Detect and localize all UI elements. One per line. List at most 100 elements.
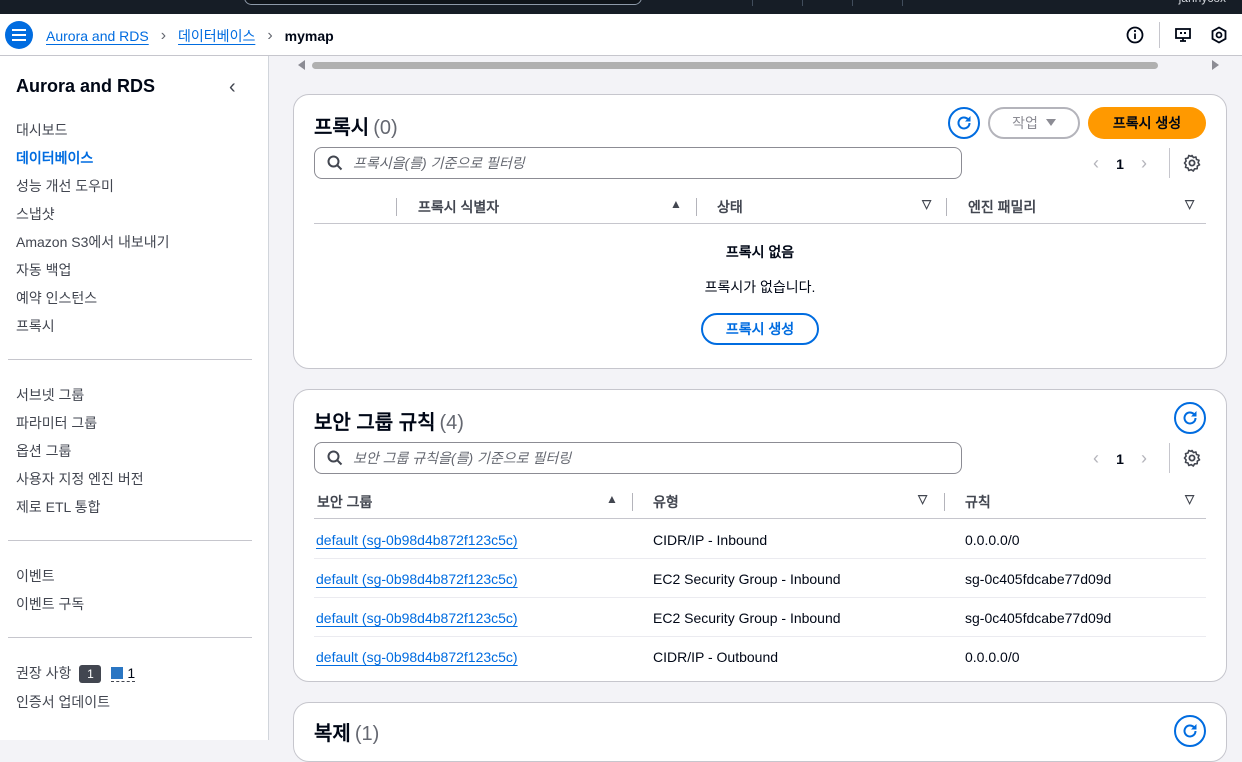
security-page-number[interactable]: 1 [1110, 451, 1130, 467]
sidebar-item-events[interactable]: 이벤트 [16, 566, 55, 586]
next-page-icon[interactable]: › [1130, 448, 1158, 469]
column-rule[interactable]: 규칙 [965, 492, 991, 512]
menu-toggle-button[interactable] [5, 21, 33, 49]
column-divider [696, 198, 697, 216]
sidebar-title: Aurora and RDS [16, 76, 156, 96]
sort-icon[interactable]: ▽ [1185, 197, 1194, 211]
table-row: default (sg-0b98d4b872f123c5c) EC2 Secur… [314, 598, 1206, 637]
search-icon [327, 450, 343, 466]
scroll-right-arrow-icon[interactable] [1212, 60, 1220, 70]
sidebar-item-event-subscriptions[interactable]: 이벤트 구독 [16, 594, 84, 614]
sidebar-item-snapshots[interactable]: 스냅샷 [16, 204, 55, 224]
sidebar-item-performance-insights[interactable]: 성능 개선 도우미 [16, 176, 114, 196]
recommendations-label: 권장 사항 [16, 665, 72, 681]
proxy-pagination: ‹ 1 › [1082, 153, 1158, 174]
rule-value: sg-0c405fdcabe77d09d [965, 571, 1112, 587]
prev-page-icon[interactable]: ‹ [1082, 448, 1110, 469]
security-panel-title: 보안 그룹 규칙 (4) [314, 406, 464, 435]
info-count-badge[interactable]: 1 [111, 665, 136, 682]
security-preferences-gear-icon[interactable] [1182, 448, 1202, 468]
rule-value: 0.0.0.0/0 [965, 649, 1020, 665]
sort-icon[interactable]: ▽ [918, 492, 927, 506]
security-refresh-button[interactable] [1174, 402, 1206, 434]
recommendations-count-badge: 1 [79, 665, 102, 683]
column-engine-family[interactable]: 엔진 패밀리 [968, 197, 1036, 217]
proxy-preferences-gear-icon[interactable] [1182, 153, 1202, 173]
proxy-filter[interactable] [314, 147, 962, 179]
column-divider [946, 198, 947, 216]
rule-value: sg-0c405fdcabe77d09d [965, 610, 1112, 626]
security-group-link[interactable]: default (sg-0b98d4b872f123c5c) [316, 532, 518, 548]
screen-feedback-icon[interactable] [1173, 25, 1193, 45]
horizontal-scrollbar[interactable] [294, 57, 1226, 73]
sidebar-item-s3-export[interactable]: Amazon S3에서 내보내기 [16, 232, 170, 252]
security-filter[interactable] [314, 442, 962, 474]
settings-hex-icon[interactable] [1209, 25, 1229, 45]
proxy-panel: 프록시(0) 작업 프록시 생성 ‹ 1 › 프록시 식별자 ▲ 상태 ▽ 엔진… [293, 94, 1227, 369]
table-row: default (sg-0b98d4b872f123c5c) CIDR/IP -… [314, 637, 1206, 676]
info-square-icon [111, 667, 124, 679]
sidebar-item-recommendations[interactable]: 권장 사항 1 1 [16, 663, 136, 683]
column-security-group[interactable]: 보안 그룹 [317, 492, 372, 512]
breadcrumb-current: mymap [284, 28, 334, 44]
proxy-actions-label: 작업 [1012, 115, 1038, 131]
sidebar-item-subnet-groups[interactable]: 서브넷 그룹 [16, 385, 84, 405]
sort-icon[interactable]: ▽ [922, 197, 931, 211]
close-sidebar-icon[interactable]: ‹ [229, 76, 236, 99]
chevron-right-icon: › [160, 27, 167, 44]
column-proxy-identifier[interactable]: 프록시 식별자 [418, 197, 499, 217]
next-page-icon[interactable]: › [1130, 153, 1158, 174]
sort-ascending-icon[interactable]: ▲ [670, 197, 682, 211]
table-row: default (sg-0b98d4b872f123c5c) CIDR/IP -… [314, 520, 1206, 559]
security-group-rules-panel: 보안 그룹 규칙(4) ‹ 1 › 보안 그룹 ▲ 유형 ▽ 규칙 ▽ defa… [293, 389, 1227, 682]
prev-page-icon[interactable]: ‹ [1082, 153, 1110, 174]
info-count: 1 [127, 665, 136, 681]
proxy-actions-dropdown[interactable]: 작업 [988, 107, 1080, 139]
security-group-link[interactable]: default (sg-0b98d4b872f123c5c) [316, 610, 518, 626]
sidebar-item-reserved-instances[interactable]: 예약 인스턴스 [16, 288, 97, 308]
sidebar-item-databases[interactable]: 데이터베이스 [16, 148, 93, 168]
sidebar-navigation: Aurora and RDS ‹ 대시보드 데이터베이스 성능 개선 도우미 스… [0, 56, 269, 740]
divider [1169, 443, 1170, 473]
sidebar-item-certificate-update[interactable]: 인증서 업데이트 [16, 692, 110, 712]
sidebar-item-zero-etl[interactable]: 제로 ETL 통합 [16, 497, 100, 517]
sidebar-divider [8, 359, 252, 360]
proxy-filter-input[interactable] [353, 155, 943, 171]
sidebar-item-custom-engine-versions[interactable]: 사용자 지정 엔진 버전 [16, 469, 144, 489]
security-group-link[interactable]: default (sg-0b98d4b872f123c5c) [316, 571, 518, 587]
create-proxy-button[interactable]: 프록시 생성 [1088, 107, 1206, 139]
sort-icon[interactable]: ▽ [1185, 492, 1194, 506]
rule-type: CIDR/IP - Outbound [653, 649, 779, 665]
breadcrumb-aurora-rds[interactable]: Aurora and RDS [46, 28, 149, 44]
proxy-page-number[interactable]: 1 [1110, 156, 1130, 172]
column-status[interactable]: 상태 [717, 197, 743, 217]
sidebar-item-automated-backups[interactable]: 자동 백업 [16, 260, 71, 280]
column-divider [632, 493, 633, 511]
column-divider [396, 198, 397, 216]
sidebar-item-option-groups[interactable]: 옵션 그룹 [16, 441, 71, 461]
caret-down-icon [1045, 119, 1056, 126]
security-group-link[interactable]: default (sg-0b98d4b872f123c5c) [316, 649, 518, 665]
rule-value: 0.0.0.0/0 [965, 532, 1020, 548]
sidebar-item-dashboard[interactable]: 대시보드 [16, 120, 68, 140]
topbar-divider [752, 0, 753, 6]
scrollbar-thumb[interactable] [312, 62, 1158, 69]
create-proxy-empty-button[interactable]: 프록시 생성 [701, 313, 819, 345]
breadcrumb-databases[interactable]: 데이터베이스 [178, 26, 255, 46]
proxy-refresh-button[interactable] [948, 107, 980, 139]
replication-refresh-button[interactable] [1174, 715, 1206, 747]
replication-title-text: 복제 [314, 723, 351, 745]
divider [1169, 148, 1170, 178]
global-search-input[interactable] [244, 0, 642, 5]
scroll-left-arrow-icon[interactable] [298, 60, 306, 70]
top-navigation-bar: jannycox [0, 0, 1242, 14]
user-menu[interactable]: jannycox [1179, 0, 1226, 5]
rule-type: EC2 Security Group - Inbound [653, 610, 841, 626]
sort-ascending-icon[interactable]: ▲ [606, 492, 618, 506]
sidebar-item-proxies[interactable]: 프록시 [16, 316, 55, 336]
sidebar-item-parameter-groups[interactable]: 파라미터 그룹 [16, 413, 97, 433]
sidebar-divider [8, 637, 252, 638]
column-type[interactable]: 유형 [653, 492, 679, 512]
info-icon[interactable] [1125, 25, 1145, 45]
security-filter-input[interactable] [353, 450, 943, 466]
